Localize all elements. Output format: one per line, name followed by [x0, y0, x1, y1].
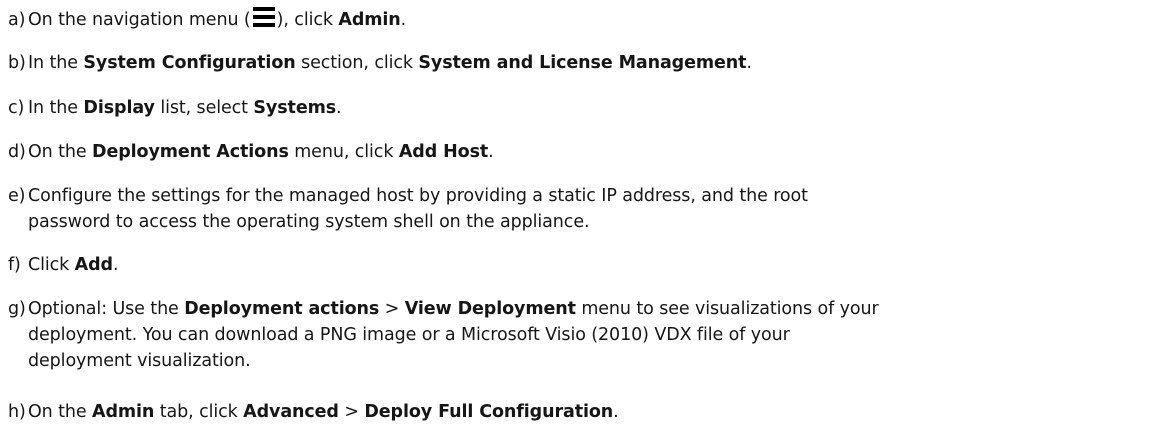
ui-term: Admin — [338, 10, 401, 30]
ui-term: View Deployment — [404, 299, 576, 319]
step-e: e) Configure the settings for the managed… — [8, 183, 1163, 235]
ui-term: Display — [83, 98, 155, 118]
step-d: d) On the Deployment Actions menu, click … — [8, 139, 1163, 165]
step-marker: e) — [8, 186, 26, 206]
procedure-steps: a) On the navigation menu (), click Admin… — [0, 0, 1175, 435]
ui-term: Deployment Actions — [92, 142, 289, 162]
ui-term: System Configuration — [83, 53, 296, 73]
ui-term: Add — [74, 255, 113, 275]
ui-term: System and License Management — [418, 53, 747, 73]
step-a: a) On the navigation menu (), click Admin… — [8, 6, 1163, 33]
step-f: f) Click Add. — [8, 252, 1163, 278]
ui-term: Advanced — [243, 402, 339, 422]
step-marker: g) — [8, 299, 26, 319]
step-marker: h) — [8, 402, 26, 422]
step-b: b) In the System Configuration section, c… — [8, 50, 1163, 76]
hamburger-menu-icon — [252, 6, 276, 28]
step-marker: c) — [8, 98, 25, 118]
step-marker: b) — [8, 53, 26, 73]
ui-term: Add Host — [398, 142, 489, 162]
step-marker: d) — [8, 142, 26, 162]
step-marker: f) — [8, 255, 21, 275]
ui-term: Systems — [253, 98, 337, 118]
step-marker: a) — [8, 10, 26, 30]
ui-term: Deploy Full Configuration — [364, 402, 614, 422]
step-h: h) On the Admin tab, click Advanced > Dep… — [8, 399, 1163, 425]
step-g: g) Optional: Use the Deployment actions >… — [8, 296, 1163, 374]
step-c: c) In the Display list, select Systems. — [8, 95, 1163, 121]
ui-term: Deployment actions — [184, 299, 380, 319]
ui-term: Admin — [92, 402, 155, 422]
